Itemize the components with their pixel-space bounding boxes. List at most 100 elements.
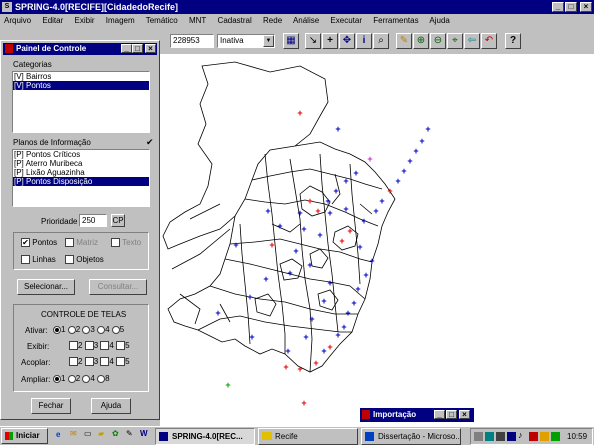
priority-input[interactable]: 250: [79, 214, 107, 227]
ativar-radio-5[interactable]: [111, 325, 120, 334]
importacao-close-button[interactable]: ×: [459, 410, 470, 419]
tray-icon[interactable]: [496, 432, 505, 441]
minimize-button[interactable]: _: [552, 2, 564, 12]
grid-icon[interactable]: ▦: [283, 33, 299, 49]
help-icon[interactable]: ?: [505, 33, 521, 49]
acoplar-check-5[interactable]: [116, 357, 126, 367]
close-panel-button[interactable]: Fechar: [31, 398, 71, 414]
ampliar-radio-8[interactable]: [97, 374, 106, 383]
panel-maximize-button[interactable]: □: [132, 44, 143, 53]
menu-executar[interactable]: Executar: [330, 16, 362, 25]
category-item-bairros[interactable]: [V] Bairros: [13, 72, 149, 81]
menu-ferramentas[interactable]: Ferramentas: [373, 16, 418, 25]
plane-item[interactable]: [P] Pontos Críticos: [13, 150, 149, 159]
undo-icon[interactable]: ↶: [481, 33, 497, 49]
map-point: +: [339, 236, 344, 246]
pencil-icon[interactable]: ✎: [396, 33, 412, 49]
menu-cadastral[interactable]: Cadastral: [218, 16, 252, 25]
planes-list[interactable]: [P] Pontos Críticos [P] Aterro Muribeca …: [12, 149, 150, 207]
pontos-checkbox[interactable]: ✔: [21, 238, 30, 248]
panel-minimize-button[interactable]: _: [121, 44, 132, 53]
opt-matriz[interactable]: Matriz: [65, 238, 98, 248]
exibir-check-5[interactable]: [116, 341, 126, 351]
speaker-icon[interactable]: ♪: [518, 430, 523, 440]
zoom-in-icon[interactable]: ⊕: [413, 33, 429, 49]
consult-button[interactable]: Consultar...: [89, 279, 147, 295]
mode-select[interactable]: Inativa ▼: [217, 34, 275, 48]
outlook-icon[interactable]: ✉: [70, 429, 77, 438]
exibir-check-3[interactable]: [84, 341, 94, 351]
objetos-checkbox[interactable]: [65, 255, 74, 265]
city-map[interactable]: + + + + + + + + + + + + + + + + + + + + …: [160, 54, 594, 426]
menu-exibir[interactable]: Exibir: [75, 16, 95, 25]
linhas-checkbox[interactable]: [21, 255, 30, 265]
menu-arquivo[interactable]: Arquivo: [4, 16, 31, 25]
maximize-button[interactable]: □: [565, 2, 577, 12]
exibir-check-2[interactable]: [69, 341, 78, 351]
notepad-icon[interactable]: ✎: [126, 429, 133, 438]
tray-icon[interactable]: [485, 432, 494, 441]
desktop-icon[interactable]: ▭: [84, 429, 92, 438]
tray-icon[interactable]: [540, 432, 549, 441]
opt-pontos[interactable]: ✔ Pontos: [21, 238, 57, 248]
categories-list[interactable]: [V] Bairros [V] Pontos: [12, 71, 150, 133]
menu-rede[interactable]: Rede: [263, 16, 282, 25]
opt-objetos[interactable]: Objetos: [65, 255, 104, 265]
zoom-out-icon[interactable]: ⊖: [430, 33, 446, 49]
opt-linhas[interactable]: Linhas: [21, 255, 56, 265]
map-point: +: [367, 154, 372, 164]
pan-icon[interactable]: ✥: [339, 33, 355, 49]
importacao-window[interactable]: Importação _ □ ×: [360, 408, 474, 422]
tray-icon[interactable]: [551, 432, 560, 441]
panel-close-button[interactable]: ×: [145, 44, 156, 53]
importacao-restore-button[interactable]: _: [434, 410, 445, 419]
quick-launch-icon[interactable]: ✿: [112, 429, 119, 438]
tray-icon[interactable]: [474, 432, 483, 441]
folder-icon[interactable]: ▰: [98, 429, 104, 438]
back-icon[interactable]: ⇦: [464, 33, 480, 49]
menu-tematico[interactable]: Temático: [146, 16, 178, 25]
matriz-checkbox[interactable]: [65, 238, 74, 248]
word-icon[interactable]: W: [140, 429, 148, 438]
ativar-radio-4[interactable]: [97, 325, 106, 334]
category-item-pontos[interactable]: [V] Pontos: [13, 81, 149, 90]
menu-mnt[interactable]: MNT: [189, 16, 206, 25]
menu-imagem[interactable]: Imagem: [106, 16, 135, 25]
task-dissertacao[interactable]: Dissertação - Microso...: [361, 428, 461, 445]
opt-texto[interactable]: Texto: [111, 238, 141, 248]
menu-ajuda[interactable]: Ajuda: [429, 16, 449, 25]
help-button[interactable]: Ajuda: [91, 398, 131, 414]
close-button[interactable]: ×: [580, 2, 592, 12]
query-icon[interactable]: ⌕: [373, 33, 389, 49]
plane-item[interactable]: [P] Aterro Muribeca: [13, 159, 149, 168]
crosshair-icon[interactable]: +: [322, 33, 338, 49]
map-canvas[interactable]: + + + + + + + + + + + + + + + + + + + + …: [160, 54, 594, 426]
ie-icon[interactable]: e: [56, 430, 60, 439]
ampliar-radio-2[interactable]: [67, 374, 76, 383]
importacao-maximize-button[interactable]: □: [446, 410, 457, 419]
start-button[interactable]: Iniciar: [1, 428, 48, 444]
ampliar-radio-1[interactable]: [53, 374, 61, 383]
select-button[interactable]: Selecionar...: [17, 279, 75, 295]
chevron-down-icon[interactable]: ▼: [263, 35, 274, 47]
display-icon[interactable]: ↘: [305, 33, 321, 49]
task-recife[interactable]: Recife: [258, 428, 358, 445]
plane-item[interactable]: [P] Lixão Aguazinha: [13, 168, 149, 177]
ativar-radio-2[interactable]: [67, 325, 76, 334]
zoom-field[interactable]: 228953: [170, 34, 214, 48]
acoplar-check-2[interactable]: [69, 357, 78, 367]
clock[interactable]: 10:59: [567, 432, 587, 441]
task-spring[interactable]: SPRING-4.0[REC...: [155, 428, 255, 445]
priority-cp-button[interactable]: CP: [111, 214, 125, 227]
tray-icon[interactable]: [529, 432, 538, 441]
menu-editar[interactable]: Editar: [42, 16, 63, 25]
ativar-radio-1[interactable]: [53, 325, 61, 334]
acoplar-check-3[interactable]: [84, 357, 94, 367]
tray-icon[interactable]: [507, 432, 516, 441]
plane-item[interactable]: [P] Pontos Disposição: [13, 177, 149, 186]
info-icon[interactable]: i: [356, 33, 372, 49]
map-point: +: [347, 226, 352, 236]
menu-analise[interactable]: Análise: [293, 16, 319, 25]
zoom-area-icon[interactable]: ⌖: [447, 33, 463, 49]
texto-checkbox[interactable]: [111, 238, 120, 248]
